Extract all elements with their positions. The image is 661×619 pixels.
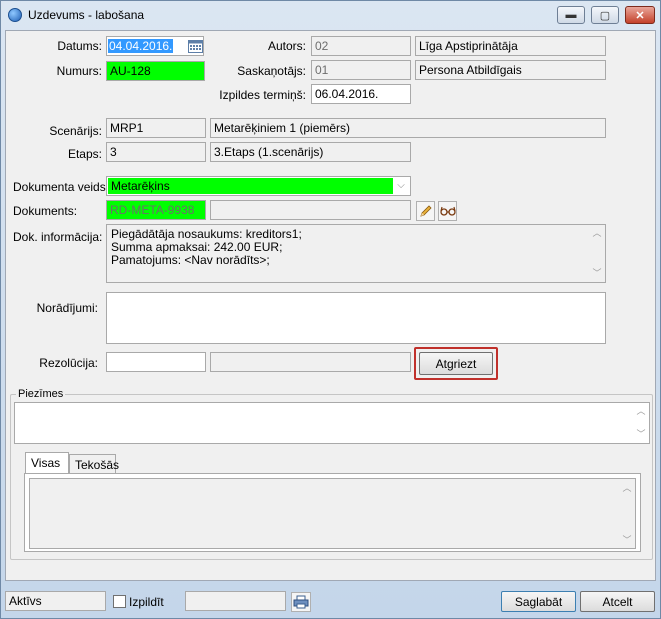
dialog-window: Uzdevums - labošana ▬ ▢ ✕ Datums: 04.04.…	[0, 0, 661, 619]
title-bar: Uzdevums - labošana ▬ ▢ ✕	[1, 1, 660, 30]
autors-label: Autors:	[267, 39, 306, 53]
tab-visas[interactable]: Visas	[25, 452, 69, 474]
scroll-down-icon[interactable]: ﹀	[592, 267, 601, 280]
printer-icon[interactable]	[291, 592, 311, 612]
saskanotajs-name-field: Persona Atbildīgais	[415, 60, 606, 80]
rezolucija-name-field	[210, 352, 411, 372]
save-button[interactable]: Saglabāt	[501, 591, 576, 612]
dok-info-label: Dok. informācija:	[13, 230, 103, 244]
notes-scrollbar[interactable]: ︿ ﹀	[619, 479, 635, 548]
izpildit-label: Izpildīt	[129, 595, 164, 609]
scroll-up-icon[interactable]: ︿	[622, 481, 631, 494]
noradijumi-label: Norādījumi:	[36, 301, 98, 315]
close-button[interactable]: ✕	[625, 6, 655, 24]
noradijumi-memo[interactable]	[106, 292, 606, 344]
window-title: Uzdevums - labošana	[28, 8, 145, 22]
chevron-down-icon[interactable]: ⌵	[394, 179, 408, 193]
minimize-button[interactable]: ▬	[557, 6, 585, 24]
status-state-field: Aktīvs	[5, 591, 106, 611]
cancel-button[interactable]: Atcelt	[580, 591, 655, 612]
calendar-icon[interactable]	[187, 37, 204, 55]
dok-veids-value: Metarēķins	[108, 178, 393, 194]
dok-info-line: Pamatojums: <Nav norādīts>;	[111, 253, 270, 267]
status-bar: Aktīvs Izpildīt Saglabāt Atcelt	[5, 585, 656, 616]
dok-info-memo[interactable]: Piegādātāja nosaukums: kreditors1; Summa…	[106, 224, 606, 283]
saskanotajs-code-field[interactable]: 01	[311, 60, 411, 80]
etaps-label: Etaps:	[67, 147, 102, 161]
tab-panel: ︿ ﹀	[24, 473, 641, 552]
izpildit-checkbox[interactable]	[113, 595, 126, 608]
datums-label: Datums:	[57, 39, 102, 53]
piezimes-memo[interactable]: ︿ ﹀	[14, 402, 650, 444]
saskanotajs-label: Saskaņotājs:	[237, 64, 306, 78]
dok-info-scrollbar[interactable]: ︿ ﹀	[589, 225, 605, 282]
dokuments-name-field	[210, 200, 411, 220]
rezolucija-label: Rezolūcija:	[39, 356, 98, 370]
scenarijs-code-field: MRP1	[106, 118, 206, 138]
autors-name-field: Līga Apstiprinātāja	[415, 36, 606, 56]
pencil-icon[interactable]	[416, 201, 435, 221]
scenarijs-name-field: Metarēķiniem 1 (piemērs)	[210, 118, 606, 138]
scroll-up-icon[interactable]: ︿	[592, 227, 601, 240]
piezimes-legend: Piezīmes	[16, 388, 66, 400]
status-blank-field	[185, 591, 286, 611]
termins-label: Izpildes termiņš:	[219, 88, 306, 102]
numurs-field[interactable]: AU-128	[106, 61, 205, 81]
scroll-down-icon[interactable]: ﹀	[636, 428, 645, 441]
termins-field[interactable]: 06.04.2016.	[311, 84, 411, 104]
maximize-button[interactable]: ▢	[591, 6, 619, 24]
rezolucija-field[interactable]	[106, 352, 206, 372]
scroll-up-icon[interactable]: ︿	[636, 405, 645, 418]
numurs-label: Numurs:	[56, 64, 102, 78]
etaps-code-field: 3	[106, 142, 206, 162]
dokuments-code-field[interactable]: RD-META-9938	[106, 200, 206, 220]
scroll-down-icon[interactable]: ﹀	[622, 533, 631, 546]
dokuments-label: Dokuments:	[13, 204, 78, 218]
autors-code-field[interactable]: 02	[311, 36, 411, 56]
datums-value: 04.04.2016.	[108, 39, 174, 53]
atgriezt-button[interactable]: Atgriezt	[419, 352, 493, 375]
scenarijs-label: Scenārijs:	[49, 124, 102, 138]
glasses-icon[interactable]	[438, 201, 457, 221]
notes-list[interactable]: ︿ ﹀	[29, 478, 636, 549]
dok-veids-select[interactable]: Metarēķins ⌵	[106, 176, 411, 196]
etaps-name-field: 3.Etaps (1.scenārijs)	[210, 142, 411, 162]
app-icon	[8, 8, 22, 22]
form-body: Datums: 04.04.2016. Autors: 02 Līga Apst…	[5, 30, 656, 581]
tab-tekosas[interactable]: Tekošās	[69, 454, 119, 474]
piezimes-scrollbar[interactable]: ︿ ﹀	[633, 403, 649, 443]
dok-veids-label: Dokumenta veids:	[13, 180, 110, 194]
